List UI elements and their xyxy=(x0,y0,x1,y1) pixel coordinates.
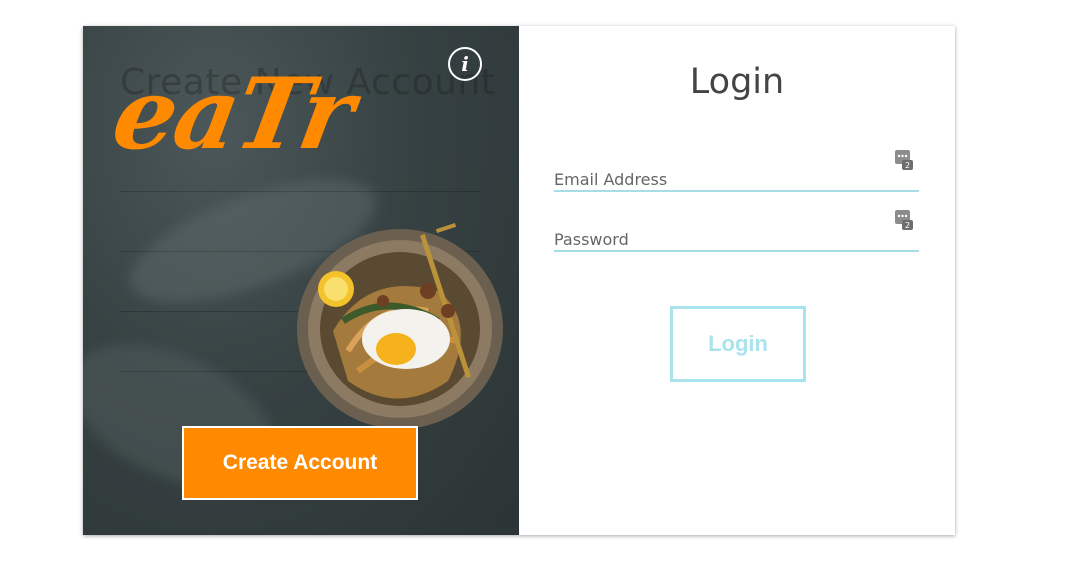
email-field[interactable]: Email Address 2 xyxy=(554,150,919,192)
password-manager-icon[interactable]: 2 xyxy=(895,150,913,170)
auth-card: Create New Account eaTr i Create Account… xyxy=(83,26,955,535)
svg-text:2: 2 xyxy=(905,221,910,230)
svg-text:2: 2 xyxy=(905,161,910,170)
email-underline xyxy=(554,190,919,192)
login-title: Login xyxy=(689,62,785,102)
password-label: Password xyxy=(554,230,629,249)
password-underline xyxy=(554,250,919,252)
login-panel: Login Email Address 2 Password 2 Login xyxy=(519,26,955,535)
ghost-divider xyxy=(120,191,480,192)
signup-panel: Create New Account eaTr i Create Account xyxy=(83,26,519,535)
password-manager-icon[interactable]: 2 xyxy=(895,210,913,230)
login-button[interactable]: Login xyxy=(670,306,806,382)
info-icon[interactable]: i xyxy=(448,47,482,81)
eatr-logo: eaTr xyxy=(104,57,361,172)
password-field[interactable]: Password 2 xyxy=(554,210,919,252)
create-account-button[interactable]: Create Account xyxy=(182,426,418,500)
food-plate-image xyxy=(297,223,503,429)
email-label: Email Address xyxy=(554,170,668,189)
